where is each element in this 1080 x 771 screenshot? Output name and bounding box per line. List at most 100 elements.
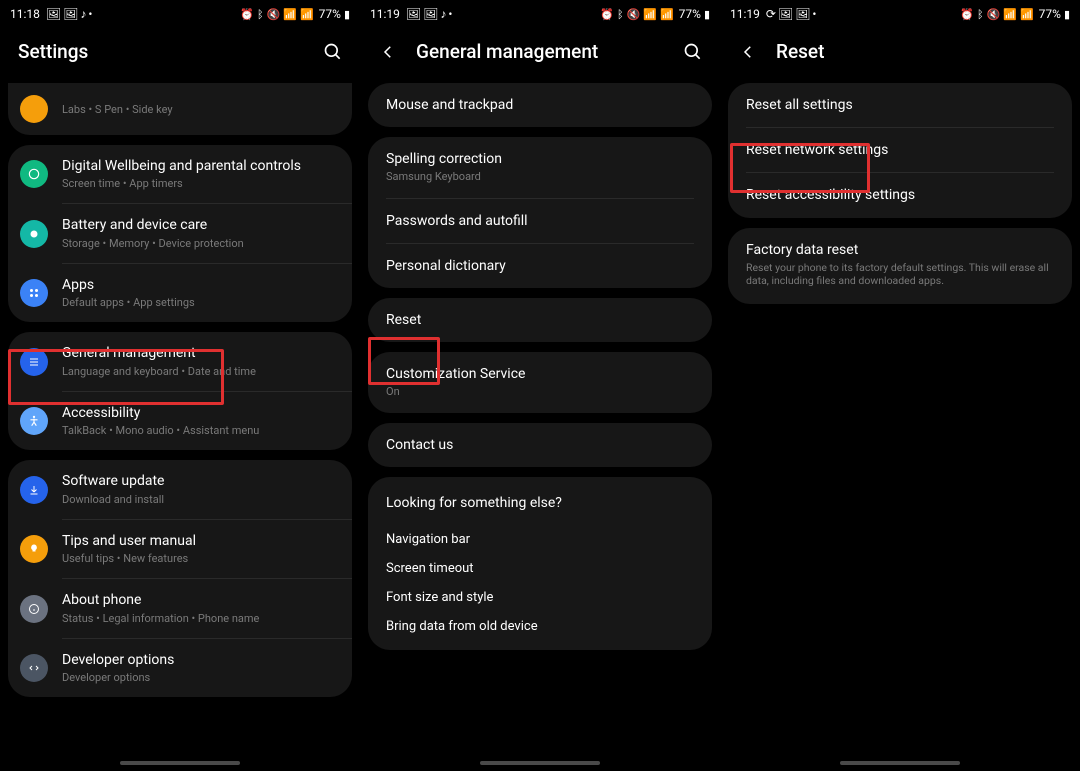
row-sub: TalkBack • Mono audio • Assistant menu — [62, 424, 334, 438]
wifi-icon: 📶 — [643, 8, 657, 21]
row-title: About phone — [62, 591, 334, 609]
row-title: Reset accessibility settings — [746, 186, 1054, 204]
footer-link-navigation-bar[interactable]: Navigation bar — [368, 525, 712, 554]
row-sub: Status • Legal information • Phone name — [62, 612, 334, 626]
page-title: General management — [416, 40, 664, 63]
row-customization[interactable]: Customization Service On — [368, 352, 712, 412]
row-passwords[interactable]: Passwords and autofill — [368, 199, 712, 243]
row-software-update[interactable]: Software update Download and install — [8, 460, 352, 518]
row-reset-network[interactable]: Reset network settings — [728, 128, 1072, 172]
row-factory-reset[interactable]: Factory data reset Reset your phone to i… — [728, 228, 1072, 304]
row-title: Customization Service — [386, 365, 694, 383]
row-battery[interactable]: Battery and device care Storage • Memory… — [8, 204, 352, 262]
alarm-icon: ⏰ — [600, 8, 614, 21]
picture2-icon: 🖼 — [63, 7, 78, 21]
wifi-icon: 📶 — [283, 8, 297, 21]
footer-link-font-size[interactable]: Font size and style — [368, 583, 712, 612]
general-icon — [20, 348, 48, 376]
row-sub: Download and install — [62, 493, 334, 507]
row-title: Spelling correction — [386, 150, 694, 168]
row-reset-all[interactable]: Reset all settings — [728, 83, 1072, 127]
status-left: 11:18 🖼 🖼 ♪ • — [10, 7, 91, 21]
row-tips[interactable]: Tips and user manual Useful tips • New f… — [8, 520, 352, 578]
update-icon — [20, 476, 48, 504]
row-title: Reset network settings — [746, 141, 1054, 159]
header: Reset — [720, 26, 1080, 83]
alarm-icon: ⏰ — [960, 8, 974, 21]
battery-text: 77% — [319, 7, 341, 21]
mute-icon: 🔇 — [627, 8, 641, 21]
row-about-phone[interactable]: About phone Status • Legal information •… — [8, 579, 352, 637]
signal-icon: 📶 — [300, 8, 314, 21]
gm-card-reset: Reset — [368, 298, 712, 342]
mute-icon: 🔇 — [987, 8, 1001, 21]
back-button[interactable] — [378, 42, 398, 62]
gm-card-mouse: Mouse and trackpad — [368, 83, 712, 127]
row-sub: Samsung Keyboard — [386, 170, 694, 184]
settings-card-general: General management Language and keyboard… — [8, 332, 352, 450]
battery-icon: ▮ — [1064, 8, 1070, 21]
footer-heading: Looking for something else? — [368, 477, 712, 525]
nav-handle[interactable] — [840, 761, 960, 765]
status-time: 11:19 — [730, 7, 760, 21]
status-bar: 11:19 ⟳ 🖼 🖼 • ⏰ ᛒ 🔇 📶 📶 77% ▮ — [720, 0, 1080, 26]
row-reset-accessibility[interactable]: Reset accessibility settings — [728, 173, 1072, 217]
footer-link-bring-data[interactable]: Bring data from old device — [368, 612, 712, 650]
row-sub: Language and keyboard • Date and time — [62, 365, 334, 379]
row-sub: Storage • Memory • Device protection — [62, 237, 334, 251]
row-advanced-partial[interactable]: Labs • S Pen • Side key — [8, 83, 352, 135]
footer-link-screen-timeout[interactable]: Screen timeout — [368, 554, 712, 583]
gm-card-contact: Contact us — [368, 423, 712, 467]
reset-card-settings: Reset all settings Reset network setting… — [728, 83, 1072, 218]
row-reset[interactable]: Reset — [368, 298, 712, 342]
screen-reset: 11:19 ⟳ 🖼 🖼 • ⏰ ᛒ 🔇 📶 📶 77% ▮ Reset Rese… — [720, 0, 1080, 771]
alarm-icon: ⏰ — [240, 8, 254, 21]
apps-icon — [20, 279, 48, 307]
picture2-icon: 🖼 — [423, 7, 438, 21]
search-icon[interactable] — [322, 41, 344, 63]
header: General management — [360, 26, 720, 83]
nav-handle[interactable] — [480, 761, 600, 765]
picture-icon: 🖼 — [778, 7, 793, 21]
accessibility-icon — [20, 407, 48, 435]
battery-text: 77% — [1039, 7, 1061, 21]
row-wellbeing[interactable]: Digital Wellbeing and parental controls … — [8, 145, 352, 203]
search-icon[interactable] — [682, 41, 704, 63]
wifi-icon: 📶 — [1003, 8, 1017, 21]
row-dictionary[interactable]: Personal dictionary — [368, 244, 712, 288]
row-contact-us[interactable]: Contact us — [368, 423, 712, 467]
back-button[interactable] — [738, 42, 758, 62]
battery-icon: ▮ — [704, 8, 710, 21]
status-right: ⏰ ᛒ 🔇 📶 📶 77% ▮ — [600, 7, 710, 21]
row-sub: Reset your phone to its factory default … — [746, 261, 1054, 288]
picture-icon: 🖼 — [46, 7, 61, 21]
screen-general-management: 11:19 🖼 🖼 ♪ • ⏰ ᛒ 🔇 📶 📶 77% ▮ General ma… — [360, 0, 720, 771]
battery-icon: ▮ — [344, 8, 350, 21]
advanced-icon — [20, 95, 48, 123]
row-spelling[interactable]: Spelling correction Samsung Keyboard — [368, 137, 712, 197]
bluetooth-icon: ᛒ — [977, 8, 984, 21]
tips-icon — [20, 535, 48, 563]
row-developer-options[interactable]: Developer options Developer options — [8, 639, 352, 697]
row-title: Developer options — [62, 651, 334, 669]
gm-card-customization: Customization Service On — [368, 352, 712, 412]
row-sub: Useful tips • New features — [62, 552, 334, 566]
picture-icon: 🖼 — [406, 7, 421, 21]
row-accessibility[interactable]: Accessibility TalkBack • Mono audio • As… — [8, 392, 352, 450]
battery-care-icon — [20, 220, 48, 248]
row-sub: Labs • S Pen • Side key — [62, 103, 334, 117]
row-title: Battery and device care — [62, 216, 334, 234]
row-title: Personal dictionary — [386, 257, 694, 275]
row-general-management[interactable]: General management Language and keyboard… — [8, 332, 352, 390]
row-title: Reset all settings — [746, 96, 1054, 114]
bluetooth-icon: ᛒ — [257, 8, 264, 21]
nav-handle[interactable] — [120, 761, 240, 765]
wellbeing-icon — [20, 160, 48, 188]
row-mouse-trackpad[interactable]: Mouse and trackpad — [368, 83, 712, 127]
page-title: Reset — [776, 40, 1064, 63]
status-left: 11:19 ⟳ 🖼 🖼 • — [730, 7, 815, 21]
reset-card-factory: Factory data reset Reset your phone to i… — [728, 228, 1072, 304]
status-right: ⏰ ᛒ 🔇 📶 📶 77% ▮ — [240, 7, 350, 21]
row-apps[interactable]: Apps Default apps • App settings — [8, 264, 352, 322]
gm-card-text: Spelling correction Samsung Keyboard Pas… — [368, 137, 712, 288]
